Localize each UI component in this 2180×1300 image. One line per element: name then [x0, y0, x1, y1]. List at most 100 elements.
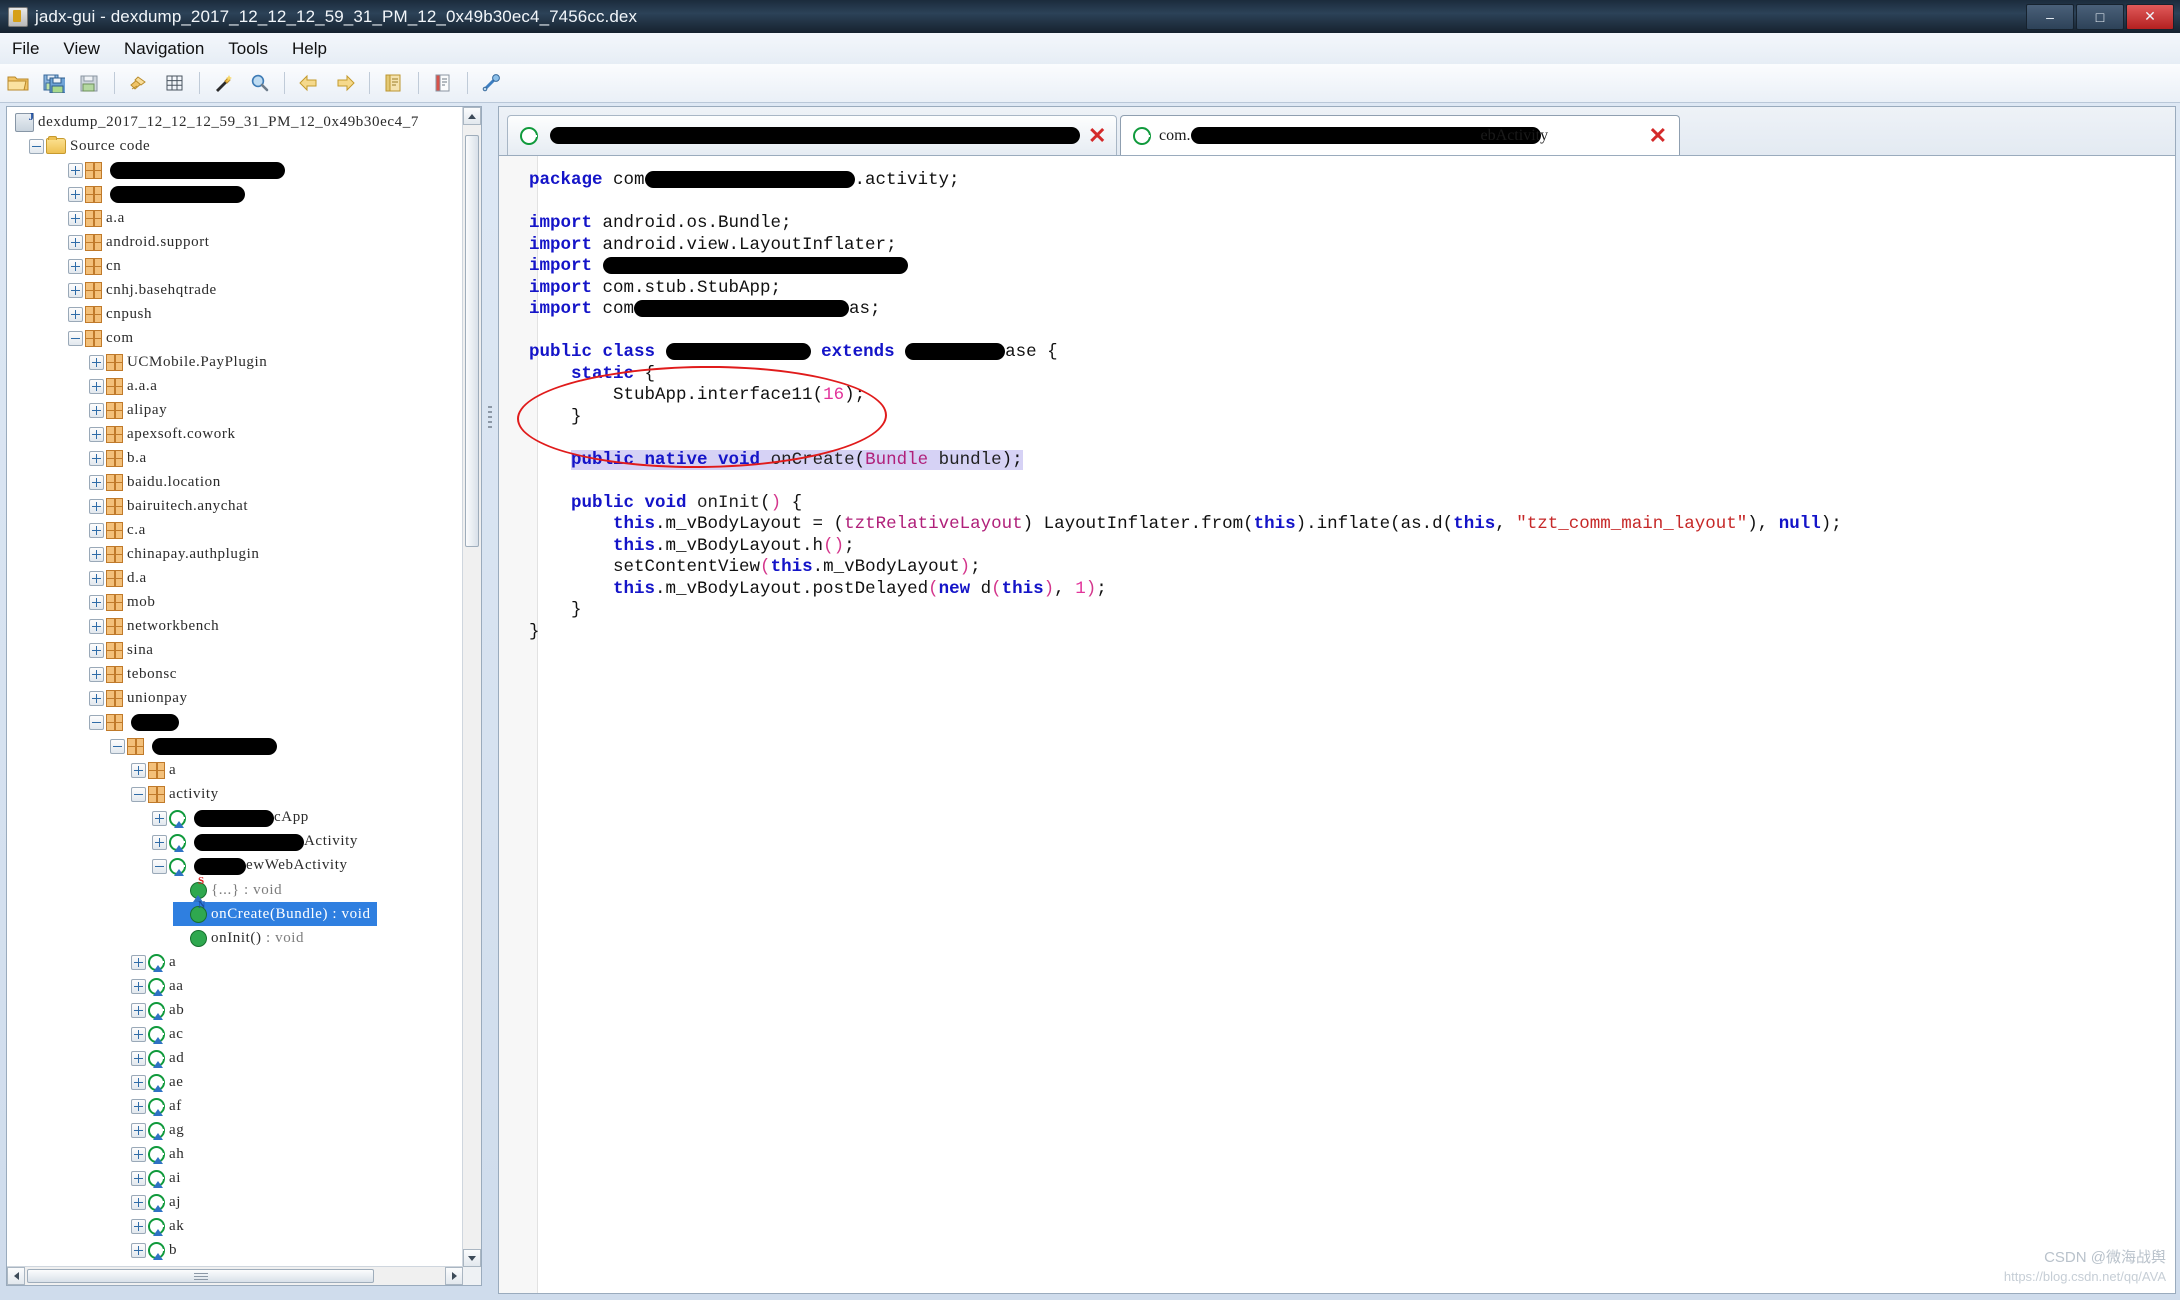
export-gradle-icon[interactable] — [75, 68, 105, 98]
search-icon[interactable] — [245, 68, 275, 98]
tree-node-cnpush[interactable]: cnpush — [68, 302, 463, 326]
tree-node-alipay[interactable]: alipay — [89, 398, 463, 422]
tree-node-capp[interactable]: cApp — [152, 806, 463, 830]
deobfuscation-icon[interactable] — [209, 68, 239, 98]
expand-handle-icon[interactable] — [68, 163, 83, 178]
tree-node-ucmobile-payplugin[interactable]: UCMobile.PayPlugin — [89, 350, 463, 374]
expand-handle-icon[interactable] — [131, 1051, 146, 1066]
tree-node-unionpay[interactable]: unionpay — [89, 686, 463, 710]
tree-node-a[interactable]: a — [131, 950, 463, 974]
tree-node-bairuitech-anychat[interactable]: bairuitech.anychat — [89, 494, 463, 518]
expand-handle-icon[interactable] — [131, 1243, 146, 1258]
tree-node-redacted-1[interactable] — [68, 182, 463, 206]
tree-node-baidu-location[interactable]: baidu.location — [89, 470, 463, 494]
tree-node-d-a[interactable]: d.a — [89, 566, 463, 590]
tree-vertical-scrollbar[interactable] — [462, 107, 481, 1267]
editor-tab-2[interactable]: com.ebActivity ✕ — [1120, 115, 1680, 155]
minimize-button[interactable]: – — [2026, 4, 2074, 30]
tree-node-chinapay-authplugin[interactable]: chinapay.authplugin — [89, 542, 463, 566]
scroll-down-icon[interactable] — [463, 1249, 481, 1267]
expand-handle-icon[interactable] — [68, 187, 83, 202]
tree-node-redacted-23[interactable] — [89, 710, 463, 734]
expand-handle-icon[interactable] — [89, 547, 104, 562]
editor-tab-2-close-icon[interactable]: ✕ — [1649, 125, 1667, 147]
settings-icon[interactable] — [477, 68, 507, 98]
maximize-button[interactable]: □ — [2076, 4, 2124, 30]
collapse-handle-icon[interactable] — [29, 139, 44, 154]
tree-node-activity[interactable]: Activity — [152, 830, 463, 854]
collapse-handle-icon[interactable] — [131, 787, 146, 802]
open-file-icon[interactable] — [3, 68, 33, 98]
scroll-left-icon[interactable] — [7, 1267, 25, 1285]
tree-node-af[interactable]: af — [131, 1094, 463, 1118]
code-view[interactable]: package com.activity; import android.os.… — [499, 155, 2175, 1293]
expand-handle-icon[interactable] — [152, 811, 167, 826]
collapse-handle-icon[interactable] — [152, 859, 167, 874]
tree-node-redacted-24[interactable] — [110, 734, 463, 758]
expand-handle-icon[interactable] — [89, 427, 104, 442]
expand-handle-icon[interactable] — [131, 763, 146, 778]
tree-node-ai[interactable]: ai — [131, 1166, 463, 1190]
flat-packages-icon[interactable] — [124, 68, 154, 98]
expand-handle-icon[interactable] — [89, 643, 104, 658]
tree-node-com[interactable]: com — [68, 326, 463, 350]
expand-handle-icon[interactable] — [131, 1147, 146, 1162]
tree-node-ak[interactable]: ak — [131, 1214, 463, 1238]
expand-handle-icon[interactable] — [89, 691, 104, 706]
tree-node-android-support[interactable]: android.support — [68, 230, 463, 254]
menu-view[interactable]: View — [51, 37, 112, 61]
expand-handle-icon[interactable] — [131, 1195, 146, 1210]
tree-node-mob[interactable]: mob — [89, 590, 463, 614]
expand-handle-icon[interactable] — [89, 475, 104, 490]
tree-node-aj[interactable]: aj — [131, 1190, 463, 1214]
tree-node-redacted-0[interactable] — [68, 158, 463, 182]
tree-node-source-code[interactable]: Source code — [29, 134, 463, 158]
tree-root-node[interactable]: dexdump_2017_12_12_12_59_31_PM_12_0x49b3… — [15, 110, 463, 134]
close-button[interactable]: ✕ — [2126, 4, 2174, 30]
tree-node-ae[interactable]: ae — [131, 1070, 463, 1094]
scroll-up-icon[interactable] — [463, 107, 481, 125]
preferences-icon[interactable] — [428, 68, 458, 98]
tree-node-networkbench[interactable]: networkbench — [89, 614, 463, 638]
tree-node-cn[interactable]: cn — [68, 254, 463, 278]
expand-handle-icon[interactable] — [131, 1123, 146, 1138]
expand-handle-icon[interactable] — [131, 1219, 146, 1234]
logs-icon[interactable] — [379, 68, 409, 98]
tree-node--void[interactable]: {...} : void — [173, 878, 463, 902]
tree-node-oninit-void[interactable]: onInit() : void — [173, 926, 463, 950]
tree-node-ah[interactable]: ah — [131, 1142, 463, 1166]
tree-hscroll-thumb[interactable] — [27, 1269, 374, 1283]
collapse-handle-icon[interactable] — [110, 739, 125, 754]
menu-navigation[interactable]: Navigation — [112, 37, 216, 61]
tree-node-cnhj-basehqtrade[interactable]: cnhj.basehqtrade — [68, 278, 463, 302]
tree-node-b[interactable]: b — [131, 1238, 463, 1262]
back-icon[interactable] — [294, 68, 324, 98]
tree-vscroll-thumb[interactable] — [465, 135, 479, 547]
expand-handle-icon[interactable] — [68, 307, 83, 322]
expand-handle-icon[interactable] — [89, 355, 104, 370]
tree-node-b-a[interactable]: b.a — [89, 446, 463, 470]
expand-handle-icon[interactable] — [89, 499, 104, 514]
tree-node-ab[interactable]: ab — [131, 998, 463, 1022]
tree-node-a[interactable]: a — [131, 758, 463, 782]
tree-node-sina[interactable]: sina — [89, 638, 463, 662]
tree-node-tebonsc[interactable]: tebonsc — [89, 662, 463, 686]
tree-node-c-a[interactable]: c.a — [89, 518, 463, 542]
tree-node-a-a-a[interactable]: a.a.a — [89, 374, 463, 398]
collapse-handle-icon[interactable] — [89, 715, 104, 730]
expand-handle-icon[interactable] — [89, 379, 104, 394]
tree-node-activity[interactable]: activity — [131, 782, 463, 806]
expand-handle-icon[interactable] — [131, 1027, 146, 1042]
expand-handle-icon[interactable] — [68, 235, 83, 250]
collapse-handle-icon[interactable] — [68, 331, 83, 346]
tree-node-oncreate-bundle-void[interactable]: onCreate(Bundle) : void — [173, 902, 377, 926]
save-all-icon[interactable] — [39, 68, 69, 98]
expand-handle-icon[interactable] — [131, 979, 146, 994]
expand-handle-icon[interactable] — [89, 523, 104, 538]
tree-node-a-a[interactable]: a.a — [68, 206, 463, 230]
expand-handle-icon[interactable] — [89, 619, 104, 634]
tree-node-ac[interactable]: ac — [131, 1022, 463, 1046]
menu-tools[interactable]: Tools — [216, 37, 280, 61]
tree-node-apexsoft-cowork[interactable]: apexsoft.cowork — [89, 422, 463, 446]
forward-icon[interactable] — [330, 68, 360, 98]
